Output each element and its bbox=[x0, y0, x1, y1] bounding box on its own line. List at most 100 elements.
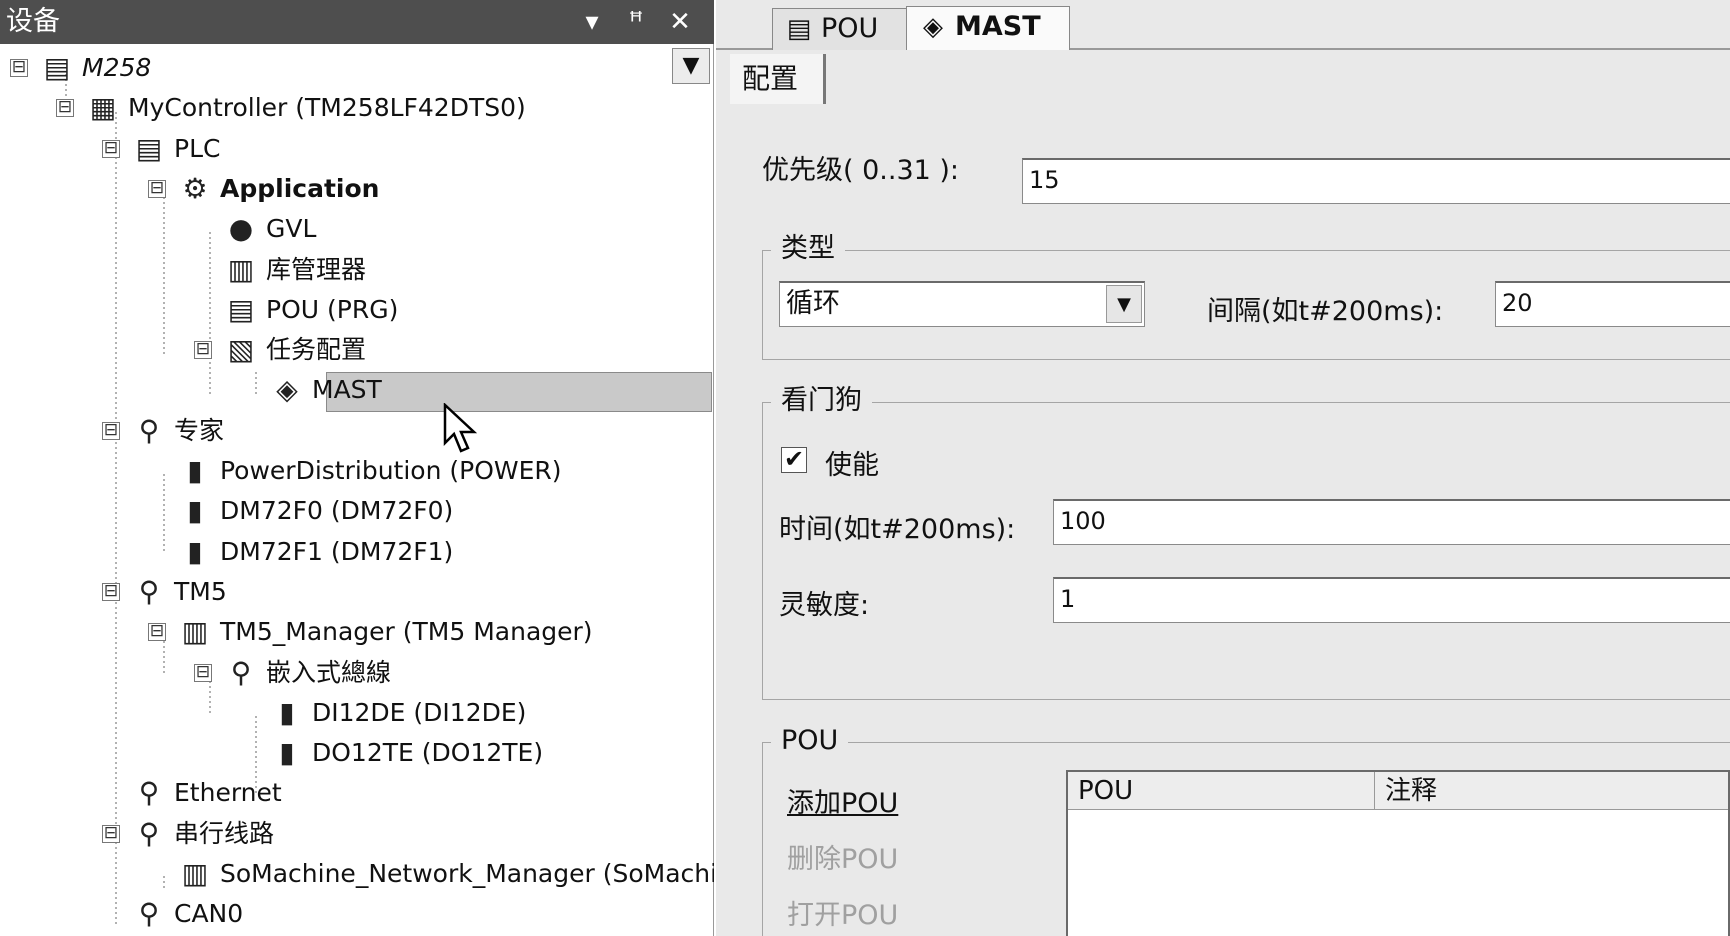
tree-node[interactable]: ⊟ ▤ PLC bbox=[0, 131, 714, 167]
watchdog-group-title: 看门狗 bbox=[771, 386, 872, 416]
tree-node[interactable]: ▮ DM72F1 (DM72F1) bbox=[0, 534, 714, 570]
interval-label: 间隔(如t#200ms): bbox=[1207, 296, 1444, 327]
tree-node[interactable]: ⊟ ▤ M258 bbox=[0, 50, 714, 86]
tree-node-label: PLC bbox=[174, 133, 221, 163]
tree-node[interactable]: ▤ POU (PRG) bbox=[0, 292, 714, 328]
delete-pou-link[interactable]: 删除POU bbox=[787, 837, 898, 876]
task-icon: ◈ bbox=[276, 373, 298, 407]
tab-pou[interactable]: ▤ POU bbox=[772, 8, 922, 50]
tree-node-label: Application bbox=[220, 173, 380, 203]
project-icon: ▤ bbox=[43, 51, 71, 84]
bus-icon: ⚲ bbox=[138, 574, 160, 608]
device-tree[interactable]: ⊟ ▤ M258 ⊟ ▦ MyController (TM258LF42DTS0) ⊟ ▤ PL… bbox=[0, 44, 714, 936]
tab-pou-label: POU bbox=[821, 13, 879, 44]
type-group-title: 类型 bbox=[771, 234, 845, 264]
tree-node[interactable]: ▮ DO12TE (DO12TE) bbox=[0, 735, 714, 771]
bus-icon: ⚲ bbox=[230, 655, 252, 689]
task-type-value: 循环 bbox=[786, 288, 840, 319]
tree-node-label: 库管理器 bbox=[266, 254, 367, 284]
expand-toggle-icon[interactable]: ⊟ bbox=[148, 179, 166, 198]
serial-icon: ⚲ bbox=[138, 816, 160, 850]
open-pou-link[interactable]: 打开POU bbox=[787, 893, 898, 932]
tab-configuration[interactable]: 配置 bbox=[730, 54, 826, 104]
tree-node-label: MAST bbox=[312, 375, 382, 405]
task-form: 优先级( 0..31 ): 15 类型 循环 ▼ 间隔(如t#200ms): 2… bbox=[716, 104, 1730, 936]
tree-node[interactable]: ▮ DI12DE (DI12DE) bbox=[0, 695, 714, 731]
mouse-cursor-icon bbox=[443, 403, 477, 453]
expand-toggle-icon[interactable]: ⊟ bbox=[194, 341, 212, 360]
priority-input[interactable]: 15 bbox=[1022, 158, 1730, 204]
can-icon: ⚲ bbox=[138, 897, 160, 931]
type-group: 类型 循环 ▼ 间隔(如t#200ms): 20 bbox=[762, 234, 1730, 360]
tree-node[interactable]: ⊟ ▦ MyController (TM258LF42DTS0) bbox=[0, 90, 714, 126]
expand-toggle-icon[interactable]: ⊟ bbox=[148, 623, 166, 642]
output-module-icon: ▮ bbox=[279, 736, 295, 770]
tree-node[interactable]: ⊟ ⚙ Application bbox=[0, 171, 714, 207]
watchdog-sensitivity-input[interactable]: 1 bbox=[1053, 577, 1730, 623]
ethernet-icon: ⚲ bbox=[138, 776, 160, 810]
chevron-down-icon[interactable]: ▼ bbox=[1106, 285, 1142, 323]
tab-mast-label: MAST bbox=[955, 11, 1041, 42]
watchdog-enable-checkbox[interactable]: ✔ bbox=[781, 447, 807, 473]
tree-node[interactable]: ● GVL bbox=[0, 211, 714, 247]
tree-node[interactable]: ⊟ ⚲ TM5 bbox=[0, 574, 714, 610]
pane-menu-dropdown-icon[interactable]: ▾ bbox=[576, 6, 608, 38]
watchdog-sensitivity-label: 灵敏度: bbox=[779, 590, 870, 621]
watchdog-enable-label: 使能 bbox=[825, 450, 879, 481]
tree-node[interactable]: ⊟ ▥ TM5_Manager (TM5 Manager) bbox=[0, 614, 714, 650]
tree-node[interactable]: ▮ DM72F0 (DM72F0) bbox=[0, 493, 714, 529]
column-header-pou[interactable]: POU bbox=[1068, 772, 1374, 810]
plc-icon: ▤ bbox=[135, 131, 163, 165]
tab-mast[interactable]: ◈ MAST bbox=[906, 6, 1070, 50]
tree-node-label: DI12DE (DI12DE) bbox=[312, 697, 527, 727]
tree-node-label: 专家 bbox=[174, 415, 225, 445]
library-icon: ▥ bbox=[227, 252, 255, 286]
priority-label: 优先级( 0..31 ): bbox=[762, 155, 960, 186]
expand-toggle-icon[interactable]: ⊟ bbox=[102, 421, 120, 440]
tree-node-label: 嵌入式總線 bbox=[266, 657, 392, 687]
module-icon: ▮ bbox=[187, 454, 203, 487]
expand-toggle-icon[interactable]: ⊟ bbox=[102, 824, 120, 843]
devices-pane-title: 设备 ▾ ꟸ ✕ bbox=[0, 0, 714, 44]
devices-pane: 设备 ▾ ꟸ ✕ ⊟ ▤ M258 ⊟ ▦ MyController (TM258LF42… bbox=[0, 0, 714, 936]
pou-table[interactable]: POU 注释 bbox=[1066, 770, 1730, 936]
tree-node-label: CAN0 bbox=[174, 899, 244, 929]
task-type-select[interactable]: 循环 ▼ bbox=[779, 281, 1145, 327]
tree-node[interactable]: ⚲ CAN0 bbox=[0, 896, 714, 932]
device-combo-dropdown-icon[interactable]: ▼ bbox=[672, 48, 710, 84]
tree-node[interactable]: ▥ SoMachine_Network_Manager (SoMachine bbox=[0, 856, 714, 892]
tree-node[interactable]: ⊟ ▧ 任务配置 bbox=[0, 332, 714, 368]
expand-toggle-icon[interactable]: ⊟ bbox=[10, 59, 28, 77]
tree-node[interactable]: ⊟ ⚲ 嵌入式總線 bbox=[0, 655, 714, 691]
tree-node[interactable]: ◈ MAST bbox=[0, 372, 714, 408]
tree-node-label: DM72F0 (DM72F0) bbox=[220, 496, 454, 526]
tree-node-label: DO12TE (DO12TE) bbox=[312, 738, 544, 768]
expand-toggle-icon[interactable]: ⊟ bbox=[56, 99, 74, 118]
network-manager-icon: ▥ bbox=[181, 857, 209, 890]
expand-toggle-icon[interactable]: ⊟ bbox=[194, 663, 212, 682]
task-icon: ◈ bbox=[923, 12, 943, 42]
expand-toggle-icon[interactable]: ⊟ bbox=[102, 139, 120, 158]
controller-icon: ▦ bbox=[89, 91, 117, 125]
tree-node[interactable]: ⚲ Ethernet bbox=[0, 775, 714, 811]
task-configuration-editor: ▤ POU ◈ MAST 配置 优先级( 0..31 ): 15 类型 循环 ▼… bbox=[716, 0, 1730, 936]
tree-node-label: SoMachine_Network_Manager (SoMachine bbox=[220, 859, 714, 888]
column-header-comment[interactable]: 注释 bbox=[1374, 772, 1730, 810]
add-pou-link[interactable]: 添加POU bbox=[787, 781, 898, 820]
tree-node[interactable]: ▥ 库管理器 bbox=[0, 252, 714, 288]
expert-icon: ⚲ bbox=[138, 413, 160, 447]
tree-node[interactable]: ⊟ ⚲ 专家 bbox=[0, 413, 714, 449]
pin-icon[interactable]: ꟸ bbox=[620, 6, 652, 38]
tree-node[interactable]: ▮ PowerDistribution (POWER) bbox=[0, 453, 714, 489]
watchdog-time-input[interactable]: 100 bbox=[1053, 499, 1730, 545]
tree-node-label: TM5 bbox=[174, 576, 227, 606]
tree-node-label: TM5_Manager (TM5 Manager) bbox=[220, 617, 593, 647]
interval-input[interactable]: 20 bbox=[1495, 281, 1730, 327]
tree-node[interactable]: ⊟ ⚲ 串行线路 bbox=[0, 816, 714, 852]
expand-toggle-icon[interactable]: ⊟ bbox=[102, 582, 120, 601]
tree-node-label: GVL bbox=[266, 214, 317, 244]
close-icon[interactable]: ✕ bbox=[664, 6, 696, 38]
tree-node-label: M258 bbox=[82, 53, 152, 82]
tree-node-label: Ethernet bbox=[174, 778, 282, 808]
sub-tab-strip: 配置 bbox=[730, 54, 1730, 104]
